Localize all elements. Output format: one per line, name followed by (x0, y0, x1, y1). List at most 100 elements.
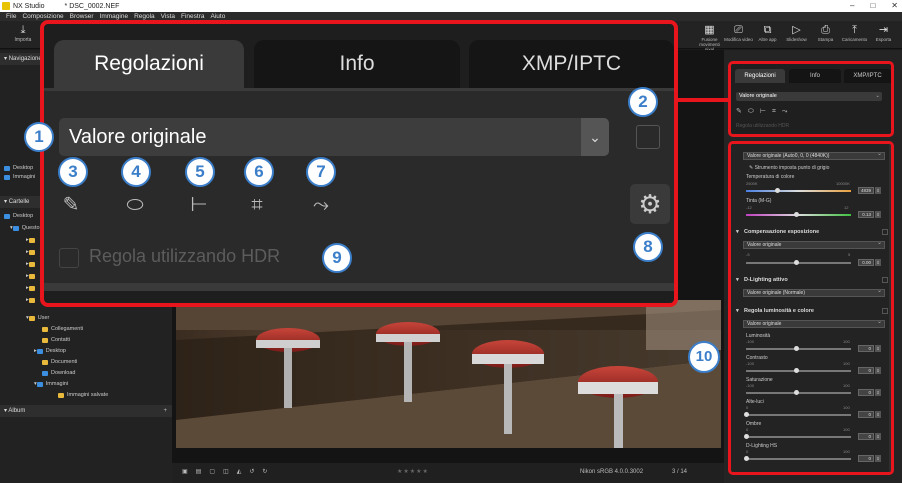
tree-item[interactable]: Contatti (42, 337, 70, 343)
dlighting-section-header[interactable]: ▾ D-Lighting attivo (734, 276, 888, 285)
slider-value[interactable]: 0 (858, 389, 874, 396)
tree-item[interactable]: Immagini salvate (58, 392, 108, 398)
tree-item[interactable]: Collegamenti (42, 326, 83, 332)
tab-xmp-small[interactable]: XMP/IPTC (844, 69, 891, 83)
exposure-section-header[interactable]: ▾ Compensazione esposizione (734, 228, 888, 237)
straighten-icon[interactable]: ⤳ (306, 190, 336, 220)
menu-browser[interactable]: Browser (70, 13, 94, 20)
adjust-slider[interactable] (744, 456, 851, 461)
export-button[interactable]: ⇥ Esporta (869, 24, 898, 52)
reset-checkbox[interactable] (636, 125, 660, 149)
menu-regola[interactable]: Regola (134, 13, 155, 20)
tab-regolazioni[interactable]: Regolazioni (54, 40, 244, 88)
slider-spinner[interactable]: ⇕ (875, 411, 881, 418)
slider-value[interactable]: 0 (858, 433, 874, 440)
tree-item[interactable]: Documenti (42, 359, 77, 365)
add-album-icon[interactable]: + (163, 405, 167, 417)
rotate-left-icon[interactable]: ↺ (249, 468, 254, 475)
slideshow-button[interactable]: ▷ Slideshow (782, 24, 811, 52)
exposure-spinner[interactable]: ⇕ (875, 259, 881, 266)
wb-select[interactable]: Valore originale (Auto0, 0, 0 (4840K)) (743, 151, 885, 160)
exposure-slider[interactable] (746, 260, 851, 265)
slider-value[interactable]: 0 (858, 411, 874, 418)
rating-stars[interactable]: ★★★★★ (397, 468, 429, 475)
slider-spinner[interactable]: ⇕ (875, 455, 881, 462)
menu-file[interactable]: File (6, 13, 16, 20)
filmstrip-view-icon[interactable]: ▤ (196, 468, 202, 475)
adjust-slider[interactable] (746, 346, 851, 351)
exposure-checkbox[interactable] (882, 229, 888, 235)
slider-knob[interactable] (744, 434, 749, 439)
temp-slider[interactable] (746, 188, 851, 193)
preset-dropdown-small[interactable]: Valore originale ⌄ (736, 92, 882, 101)
menu-immagine[interactable]: Immagine (100, 13, 129, 20)
single-view-icon[interactable]: ▢ (209, 468, 215, 475)
tint-slider[interactable] (746, 212, 851, 217)
tab-regolazioni-small[interactable]: Regolazioni (735, 69, 785, 83)
maximize-button[interactable]: □ (870, 0, 875, 12)
tree-folder[interactable]: ▸ (26, 297, 38, 303)
slider-spinner[interactable]: ⇕ (875, 433, 881, 440)
tree-folder[interactable]: ▸ (26, 249, 38, 255)
tree-folder[interactable]: ▸ (26, 237, 38, 243)
album-section-header[interactable]: ▾ Album + (0, 405, 172, 417)
tree-item[interactable]: Desktop (4, 213, 33, 219)
thumbnail-view-icon[interactable]: ▣ (182, 468, 188, 475)
tree-folder[interactable]: ▸ (26, 261, 38, 267)
slider-knob[interactable] (744, 456, 749, 461)
retouch-brush-icon[interactable]: ⬭ (120, 190, 150, 220)
tree-item[interactable]: ▸ Desktop (34, 348, 66, 354)
slider-knob[interactable] (794, 346, 799, 351)
tone-curve-icon[interactable]: ⊢ (184, 190, 214, 220)
hdr-checkbox[interactable] (59, 248, 79, 268)
brightness-section-header[interactable]: ▾ Regola luminosità e colore (734, 307, 888, 316)
slider-knob[interactable] (794, 368, 799, 373)
import-button[interactable]: ⤓ Importa (10, 24, 36, 43)
temp-spinner[interactable]: ⇕ (875, 187, 881, 194)
brightness-select[interactable]: Valore originale (743, 319, 885, 328)
rotate-right-icon[interactable]: ↻ (262, 468, 267, 475)
favorite-desktop[interactable]: Desktop (4, 165, 33, 171)
temp-knob[interactable] (775, 188, 780, 193)
dlighting-select[interactable]: Valore originale (Normale) (743, 288, 885, 297)
tool-icons-small[interactable]: ✎⬭⊢⌗⤳ (736, 107, 793, 116)
slider-spinner[interactable]: ⇕ (875, 367, 881, 374)
preset-dropdown[interactable]: Valore originale ⌄ (59, 118, 609, 156)
tree-item[interactable]: Download (42, 370, 75, 376)
slider-value[interactable]: 0 (858, 345, 874, 352)
histogram-icon[interactable]: ◭ (237, 468, 242, 475)
exposure-select[interactable]: Valore originale (743, 240, 885, 249)
exposure-value[interactable]: 0.00 (858, 259, 874, 266)
crop-icon[interactable]: ⌗ (242, 190, 272, 220)
eyedropper-icon[interactable]: ✎ (56, 190, 86, 220)
video-edit-button[interactable]: ⎚ Modifica video (724, 24, 753, 52)
dlighting-checkbox[interactable] (882, 277, 888, 283)
slider-value[interactable]: 0 (858, 455, 874, 462)
tint-knob[interactable] (794, 212, 799, 217)
brightness-checkbox[interactable] (882, 308, 888, 314)
tree-folder[interactable]: ▸ (26, 285, 38, 291)
tab-xmp-iptc[interactable]: XMP/IPTC (469, 40, 674, 88)
tree-item[interactable]: ▾ Immagini (34, 381, 68, 387)
other-apps-button[interactable]: ⧉ Altre app (753, 24, 782, 52)
tab-info[interactable]: Info (254, 40, 460, 88)
adjust-slider[interactable] (744, 412, 851, 417)
tint-value[interactable]: 0.13 (858, 211, 874, 218)
slider-value[interactable]: 0 (858, 367, 874, 374)
tree-item[interactable]: ▾ User (26, 315, 49, 321)
panel-scrollbar[interactable] (44, 283, 674, 291)
slider-spinner[interactable]: ⇕ (875, 389, 881, 396)
slider-spinner[interactable]: ⇕ (875, 345, 881, 352)
print-button[interactable]: ⎙ Stampa (811, 24, 840, 52)
tint-spinner[interactable]: ⇕ (875, 211, 881, 218)
minimize-button[interactable]: – (850, 0, 854, 12)
gear-icon[interactable]: ⚙ (630, 184, 670, 224)
grey-point-tool[interactable]: ✎ Strumento imposta punto di grigio (749, 165, 829, 171)
slider-knob[interactable] (794, 390, 799, 395)
menu-finestra[interactable]: Finestra (181, 13, 204, 20)
compare-view-icon[interactable]: ◫ (223, 468, 229, 475)
adjust-slider[interactable] (744, 434, 851, 439)
upload-button[interactable]: ⤒ Caricamento (840, 24, 869, 52)
temp-value[interactable]: 4839 (858, 187, 874, 194)
favorite-images[interactable]: Immagini (4, 174, 35, 180)
